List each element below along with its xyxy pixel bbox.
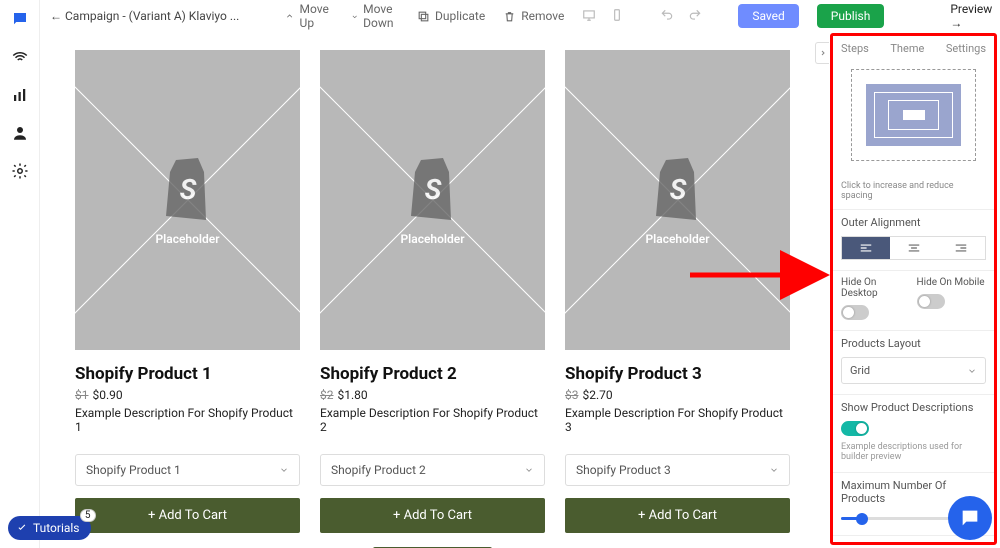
show-descriptions-hint: Example descriptions used for builder pr… xyxy=(841,442,986,462)
product-old-price: $3 xyxy=(565,388,579,402)
wifi-nav-icon[interactable] xyxy=(11,48,29,66)
left-rail xyxy=(0,0,40,548)
duplicate-label: Duplicate xyxy=(435,9,485,23)
canvas: S Placeholder Shopify Product 1 $1$0.90 … xyxy=(40,32,825,548)
duplicate-button[interactable]: Duplicate xyxy=(417,9,485,23)
products-layout-label: Products Layout xyxy=(841,337,986,350)
chevron-down-icon xyxy=(279,465,289,475)
check-icon xyxy=(16,522,28,534)
svg-text:S: S xyxy=(179,173,196,206)
chevron-down-icon xyxy=(524,465,534,475)
align-right-button[interactable] xyxy=(937,237,985,259)
variant-select[interactable]: Shopify Product 3 xyxy=(565,454,790,486)
tab-steps[interactable]: Steps xyxy=(841,42,869,55)
product-title: Shopify Product 3 xyxy=(565,364,790,384)
show-descriptions-label: Show Product Descriptions xyxy=(841,401,986,414)
product-title: Shopify Product 2 xyxy=(320,364,545,384)
topbar: ← Campaign - (Variant A) Klaviyo ... Mov… xyxy=(40,0,1000,32)
hide-desktop-toggle[interactable] xyxy=(841,305,869,320)
move-up-label: Move Up xyxy=(300,2,333,30)
product-card: S Placeholder Shopify Product 3 $3$2.70 … xyxy=(565,50,790,533)
variant-label: Shopify Product 1 xyxy=(86,463,181,477)
desktop-preview-icon[interactable] xyxy=(582,8,596,25)
show-descriptions-toggle[interactable] xyxy=(841,421,869,436)
product-image-placeholder[interactable]: S Placeholder xyxy=(75,50,300,350)
variant-label: Shopify Product 2 xyxy=(331,463,426,477)
products-layout-select[interactable]: Grid xyxy=(841,357,986,384)
tutorials-button[interactable]: Tutorials 5 xyxy=(8,516,91,540)
analytics-nav-icon[interactable] xyxy=(11,86,29,104)
hide-desktop-label: Hide On Desktop xyxy=(841,277,911,299)
tutorials-label: Tutorials xyxy=(33,521,80,535)
mobile-preview-icon[interactable] xyxy=(610,8,624,25)
max-products-slider[interactable] xyxy=(841,517,960,520)
spacing-control[interactable] xyxy=(839,65,988,175)
product-image-placeholder[interactable]: S Placeholder xyxy=(320,50,545,350)
chevron-down-icon xyxy=(967,366,977,376)
placeholder-label: Placeholder xyxy=(645,232,709,246)
hide-mobile-label: Hide On Mobile xyxy=(917,277,987,288)
remove-label: Remove xyxy=(521,9,564,23)
settings-panel: Steps Theme Settings Click to increase a… xyxy=(830,33,997,545)
svg-text:S: S xyxy=(424,173,441,206)
redo-icon[interactable] xyxy=(688,8,702,25)
move-up-button[interactable]: Move Up xyxy=(285,2,332,30)
settings-nav-icon[interactable] xyxy=(11,162,29,180)
tab-theme[interactable]: Theme xyxy=(890,42,924,55)
add-to-cart-button[interactable]: + Add To Cart xyxy=(75,498,300,533)
chat-nav-icon[interactable] xyxy=(11,10,29,28)
product-description: Example Description For Shopify Product … xyxy=(75,406,300,434)
per-row-label: Products Per Row xyxy=(841,542,986,545)
product-price: $0.90 xyxy=(93,388,123,402)
publish-button[interactable]: Publish xyxy=(817,4,885,28)
variant-label: Shopify Product 3 xyxy=(576,463,671,477)
variant-select[interactable]: Shopify Product 2 xyxy=(320,454,545,486)
products-layout-value: Grid xyxy=(850,364,870,377)
product-title: Shopify Product 1 xyxy=(75,364,300,384)
panel-collapse-handle[interactable] xyxy=(815,42,829,64)
hide-mobile-toggle[interactable] xyxy=(917,294,945,309)
product-price: $1.80 xyxy=(338,388,368,402)
align-center-button[interactable] xyxy=(890,237,938,259)
user-nav-icon[interactable] xyxy=(11,124,29,142)
product-price: $2.70 xyxy=(583,388,613,402)
product-description: Example Description For Shopify Product … xyxy=(320,406,545,434)
tutorials-count: 5 xyxy=(80,509,96,522)
product-image-placeholder[interactable]: S Placeholder xyxy=(565,50,790,350)
product-description: Example Description For Shopify Product … xyxy=(565,406,790,434)
svg-text:S: S xyxy=(669,173,686,206)
placeholder-label: Placeholder xyxy=(155,232,219,246)
tab-settings[interactable]: Settings xyxy=(946,42,986,55)
chevron-down-icon xyxy=(769,465,779,475)
saved-button[interactable]: Saved xyxy=(738,4,798,28)
outer-alignment-label: Outer Alignment xyxy=(841,216,986,229)
add-to-cart-button[interactable]: + Add To Cart xyxy=(320,498,545,533)
breadcrumb[interactable]: ← Campaign - (Variant A) Klaviyo ... xyxy=(50,9,239,23)
placeholder-label: Placeholder xyxy=(400,232,464,246)
chat-icon xyxy=(959,507,981,529)
preview-link[interactable]: Preview → xyxy=(950,2,992,30)
undo-icon[interactable] xyxy=(660,8,674,25)
variant-select[interactable]: Shopify Product 1 xyxy=(75,454,300,486)
align-left-button[interactable] xyxy=(842,237,890,259)
remove-button[interactable]: Remove xyxy=(503,9,564,23)
product-card: S Placeholder Shopify Product 1 $1$0.90 … xyxy=(75,50,300,533)
product-card: S Placeholder Shopify Product 2 $2$1.80 … xyxy=(320,50,545,533)
move-down-label: Move Down xyxy=(363,2,399,30)
chat-launcher[interactable] xyxy=(948,496,992,540)
add-to-cart-button[interactable]: + Add To Cart xyxy=(565,498,790,533)
move-down-button[interactable]: Move Down xyxy=(351,2,399,30)
spacing-hint: Click to increase and reduce spacing xyxy=(833,179,994,209)
product-old-price: $1 xyxy=(75,388,89,402)
product-old-price: $2 xyxy=(320,388,334,402)
